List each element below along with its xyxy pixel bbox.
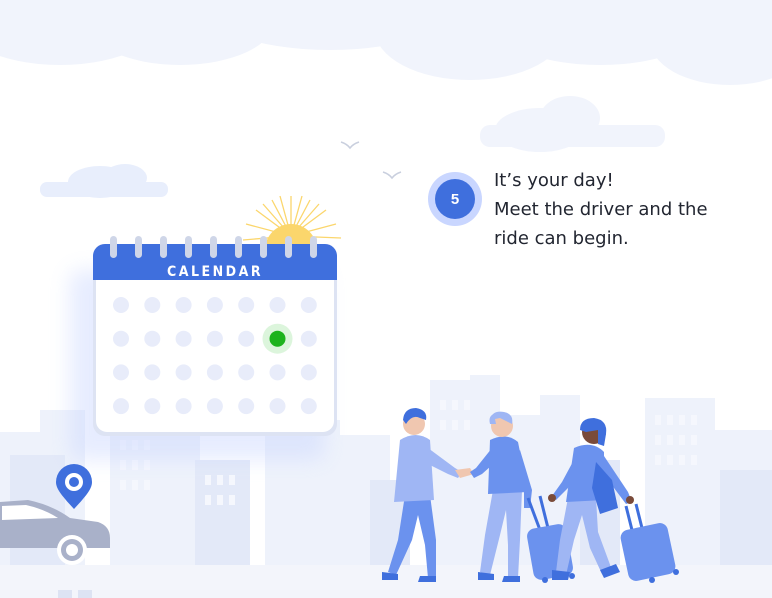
calendar-day	[269, 297, 286, 313]
calendar-day	[300, 398, 317, 415]
illustration-scene: CALENDAR	[0, 0, 772, 598]
calendar-day	[238, 364, 255, 381]
cloud-mid-right	[480, 96, 665, 152]
clouds-top	[0, 0, 772, 85]
calendar-day	[238, 297, 255, 313]
calendar-day	[269, 364, 286, 381]
calendar-day	[206, 364, 223, 381]
calendar-day	[300, 330, 317, 347]
calendar-day	[175, 297, 192, 313]
calendar-day	[269, 398, 286, 415]
calendar-title: CALENDAR	[167, 264, 263, 280]
calendar-day	[113, 297, 129, 313]
calendar-day	[206, 297, 223, 313]
calendar-day	[206, 330, 223, 347]
calendar-day	[113, 330, 129, 347]
calendar-day	[175, 364, 192, 381]
calendar-day-selected	[269, 330, 286, 347]
calendar-day	[144, 330, 161, 347]
calendar-day	[300, 364, 317, 381]
calendar-day	[300, 297, 317, 313]
calendar-binding-rings	[110, 236, 317, 258]
step-number: 5	[435, 179, 475, 219]
step-badge: 5	[428, 172, 482, 226]
birds	[340, 141, 402, 180]
cloud-left	[40, 164, 168, 198]
calendar-day	[206, 398, 223, 415]
step-text: It’s your day! Meet the driver and the r…	[494, 166, 734, 253]
calendar-day	[144, 364, 161, 381]
calendar-day	[175, 330, 192, 347]
calendar-day	[144, 398, 161, 415]
calendar-day	[175, 398, 192, 415]
step-heading: It’s your day!	[494, 170, 614, 191]
calendar-day	[238, 330, 255, 347]
step-callout: 5 It’s your day! Meet the driver and the…	[428, 170, 734, 253]
calendar-day	[238, 398, 255, 415]
calendar-day	[144, 297, 161, 313]
calendar-day	[113, 364, 129, 381]
calendar-card: CALENDAR	[70, 236, 337, 460]
step-description: Meet the driver and the ride can begin.	[494, 199, 708, 249]
calendar-day	[113, 398, 129, 415]
